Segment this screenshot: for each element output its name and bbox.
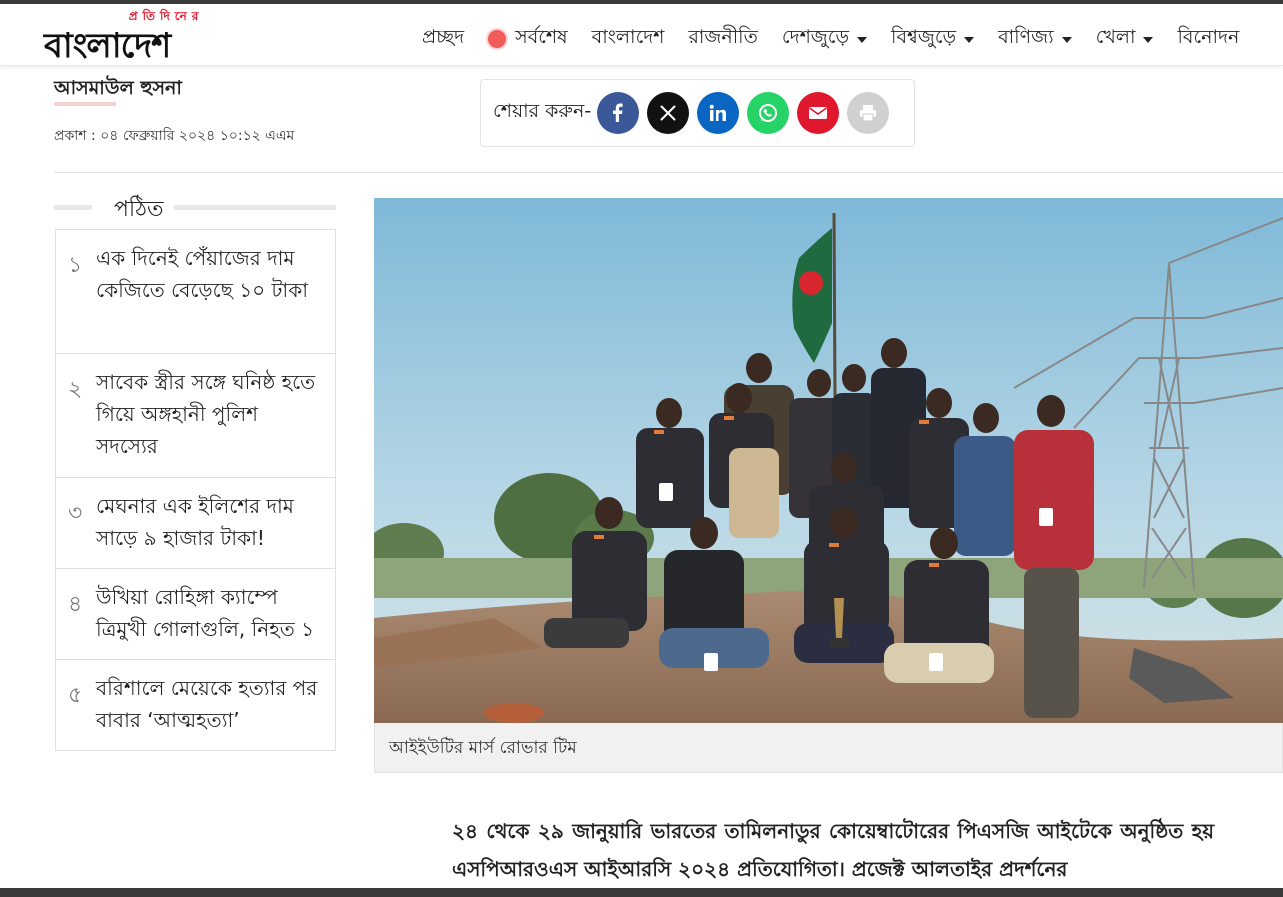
nav-label: সর্বশেষ <box>515 26 568 48</box>
photo-caption: আইইউটির মার্স রোভার টিম <box>374 723 1283 773</box>
publish-date: প্রকাশ : ০৪ ফেব্রুয়ারি ২০২৪ ১০:১২ এএম <box>54 128 295 144</box>
item-number: ৪ <box>68 592 83 617</box>
nav-item-sports[interactable]: খেলা <box>1096 23 1154 55</box>
logo-wordmark: বাংলাদেশ <box>44 26 171 66</box>
author-underline <box>54 102 116 106</box>
list-item[interactable]: ৩ মেঘনার এক ইলিশের দাম সাড়ে ৯ হাজার টাক… <box>56 478 335 569</box>
nav-label: বিনোদন <box>1177 26 1240 48</box>
chevron-down-icon <box>857 37 868 43</box>
nav-item-entertainment[interactable]: বিনোদন <box>1177 23 1239 55</box>
nav-item-bangladesh[interactable]: বাংলাদেশ <box>592 23 665 55</box>
nav-label: বাংলাদেশ <box>591 26 665 48</box>
facebook-share-button[interactable] <box>597 92 640 134</box>
bottom-strip <box>0 888 1283 897</box>
nav-label: দেশজুড়ে <box>781 26 850 48</box>
article-paragraph: ২৪ থেকে ২৯ জানুয়ারি ভারতের তামিলনাডুর ক… <box>452 819 1214 881</box>
chevron-down-icon <box>964 37 975 43</box>
list-item[interactable]: ১ এক দিনেই পেঁয়াজের দাম কেজিতে বেড়েছে … <box>56 230 335 354</box>
chevron-down-icon <box>1143 37 1154 43</box>
email-icon <box>809 107 828 119</box>
nav-item-business[interactable]: বাণিজ্য <box>998 23 1072 55</box>
article-photo <box>374 198 1283 723</box>
x-share-button[interactable] <box>647 92 690 134</box>
nav-label: খেলা <box>1095 26 1136 48</box>
site-header: প্রতিদিনের বাংলাদেশ প্রচ্ছদ সর্বশেষ বাংল… <box>0 4 1283 66</box>
item-headline[interactable]: সাবেক স্ত্রীর সঙ্গে ঘনিষ্ঠ হতে গিয়ে অঙ্… <box>96 366 323 465</box>
team-photo-illustration <box>374 198 1283 723</box>
nav-item-world[interactable]: বিশ্বজুড়ে <box>891 23 975 55</box>
most-read-list: ১ এক দিনেই পেঁয়াজের দাম কেজিতে বেড়েছে … <box>55 229 336 751</box>
facebook-icon <box>613 103 623 122</box>
item-headline[interactable]: এক দিনেই পেঁয়াজের দাম কেজিতে বেড়েছে ১০… <box>96 242 323 341</box>
nav-label: প্রচ্ছদ <box>422 26 465 48</box>
nav-item-home[interactable]: প্রচ্ছদ <box>422 23 464 55</box>
live-dot-icon <box>488 30 507 48</box>
heading-rule <box>54 205 92 210</box>
linkedin-share-button[interactable] <box>697 92 740 134</box>
whatsapp-icon <box>759 104 778 122</box>
chevron-down-icon <box>1061 37 1072 43</box>
nav-item-country[interactable]: দেশজুড়ে <box>781 23 868 55</box>
item-number: ২ <box>68 377 83 402</box>
list-item[interactable]: ৫ বরিশালে মেয়েকে হত্যার পর বাবার ‘আত্মহ… <box>56 660 335 750</box>
item-headline[interactable]: বরিশালে মেয়েকে হত্যার পর বাবার ‘আত্মহত্… <box>96 672 323 738</box>
print-button[interactable] <box>847 92 890 134</box>
linkedin-icon <box>709 104 727 121</box>
nav-item-latest[interactable]: সর্বশেষ <box>488 23 568 55</box>
list-item[interactable]: ৪ উখিয়া রোহিঙ্গা ক্যাম্পে ত্রিমুখী গোলা… <box>56 569 335 660</box>
nav-item-politics[interactable]: রাজনীতি <box>688 23 757 55</box>
heading-rule <box>170 205 336 210</box>
section-divider <box>54 172 1283 173</box>
main-nav: প্রচ্ছদ সর্বশেষ বাংলাদেশ রাজনীতি দেশজুড়… <box>410 8 1251 70</box>
item-number: ১ <box>68 253 83 278</box>
item-number: ৫ <box>68 683 83 708</box>
whatsapp-share-button[interactable] <box>747 92 790 134</box>
share-box: শেয়ার করুন- <box>480 79 915 147</box>
item-number: ৩ <box>68 501 83 526</box>
nav-label: বিশ্বজুড়ে <box>891 26 957 48</box>
most-read-header: পঠিত <box>54 192 336 229</box>
print-icon <box>860 105 877 122</box>
site-logo[interactable]: প্রতিদিনের বাংলাদেশ <box>44 8 244 66</box>
share-label: শেয়ার করুন- <box>493 100 592 122</box>
item-headline[interactable]: উখিয়া রোহিঙ্গা ক্যাম্পে ত্রিমুখী গোলাগু… <box>96 581 323 647</box>
x-icon <box>660 105 676 121</box>
nav-label: রাজনীতি <box>688 26 758 48</box>
item-headline[interactable]: মেঘনার এক ইলিশের দাম সাড়ে ৯ হাজার টাকা! <box>96 490 323 556</box>
list-item[interactable]: ২ সাবেক স্ত্রীর সঙ্গে ঘনিষ্ঠ হতে গিয়ে অ… <box>56 354 335 478</box>
email-share-button[interactable] <box>797 92 840 134</box>
most-read-title: পঠিত <box>104 192 174 229</box>
nav-label: বাণিজ্য <box>998 26 1054 48</box>
